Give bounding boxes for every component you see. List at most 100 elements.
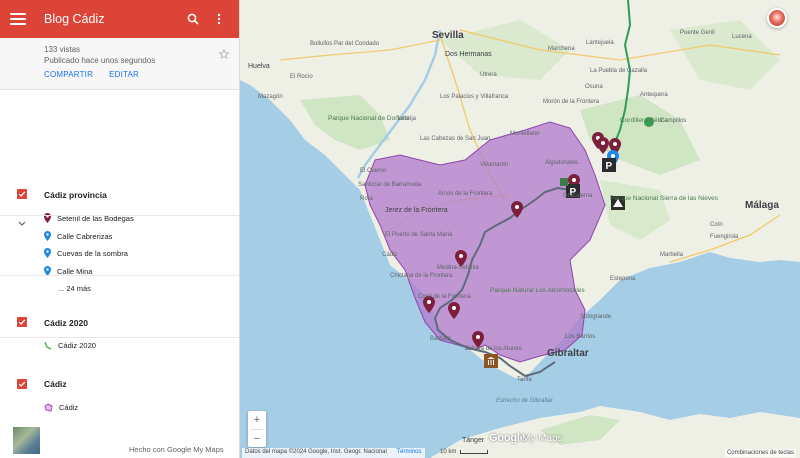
sidebar-panel: Blog Cádiz 133 vistas Publicado hace uno… xyxy=(0,0,240,458)
check-icon xyxy=(18,191,26,197)
map-label: Tánger xyxy=(462,437,485,444)
terms-link[interactable]: Términos xyxy=(397,449,422,455)
view-count: 133 vistas xyxy=(44,45,81,54)
zoom-control: + − xyxy=(248,411,266,447)
divider xyxy=(0,337,239,338)
map-label: Villamartín xyxy=(480,162,508,168)
map-label: Jerez de la Frontera xyxy=(385,207,448,214)
map-label: Sevilla xyxy=(432,30,464,41)
share-button[interactable]: COMPARTIR xyxy=(44,70,93,79)
map-label: La Puebla de Cazalla xyxy=(590,68,648,74)
list-item[interactable]: Cádiz 2020 xyxy=(44,339,96,351)
chevron-down-icon[interactable] xyxy=(18,214,26,232)
zoom-out-button[interactable]: − xyxy=(248,430,266,448)
show-more-link[interactable]: ... 24 más xyxy=(58,284,91,293)
map-label: Cordillera Bética xyxy=(620,117,668,124)
map-label: Bollullos Par del Condado xyxy=(310,41,380,47)
polygon-icon xyxy=(44,402,53,412)
hike-icon[interactable] xyxy=(560,178,568,186)
map-label: Medina-Sidonia xyxy=(437,265,479,271)
map-label: Morón de la Frontera xyxy=(543,99,600,105)
map-label: Huelva xyxy=(248,63,270,70)
map-label: El Rocío xyxy=(290,74,313,80)
more-options-icon[interactable] xyxy=(209,9,229,29)
made-with-link[interactable]: Hecho con Google My Maps xyxy=(129,445,224,454)
map-info-panel: 133 vistas Publicado hace unos segundos … xyxy=(0,38,239,90)
map-label: El Puerto de Santa María xyxy=(385,232,453,238)
map-label: Barbate xyxy=(430,336,452,342)
map-attribution: Datos del mapa ©2024 Google, Inst. Geogr… xyxy=(242,448,425,458)
map-label: Lantejuela xyxy=(586,40,614,46)
svg-text:P: P xyxy=(606,161,613,172)
layer-title: Cádiz 2020 xyxy=(44,318,88,328)
scale-line xyxy=(460,450,489,454)
item-label: Cádiz 2020 xyxy=(58,340,96,350)
map-label: Mazagón xyxy=(258,94,283,100)
map-label: Sanlúcar de Barrameda xyxy=(358,182,422,188)
map-label: Parque Natural Los Alcornocales xyxy=(490,287,585,294)
zoom-in-button[interactable]: + xyxy=(248,411,266,429)
layer-title: Cádiz provincia xyxy=(44,190,107,200)
route-line-icon xyxy=(44,341,52,350)
map-label: El Cuervo xyxy=(360,168,387,174)
scale-bar: 10 km xyxy=(440,449,489,455)
star-icon[interactable] xyxy=(218,46,230,64)
divider xyxy=(0,275,239,276)
layer-title: Cádiz xyxy=(44,379,67,389)
map-canvas[interactable]: P P Sevilla Dos Hermanas Málaga Gibralta… xyxy=(240,0,800,458)
map-label: Estrecho de Gibraltar xyxy=(496,398,554,404)
museum-icon[interactable] xyxy=(484,354,498,368)
item-label: Calle Cabrerizas xyxy=(57,231,113,241)
hamburger-menu-icon[interactable] xyxy=(10,11,26,27)
map-label: Los Barrios xyxy=(565,334,595,340)
map-label: Montellano xyxy=(510,131,540,137)
map-label: Lebrija xyxy=(398,116,417,122)
map-label: Algodonales xyxy=(545,160,578,166)
attribution-text: Datos del mapa ©2024 Google, Inst. Geogr… xyxy=(245,449,387,455)
map-label: Málaga xyxy=(745,200,779,211)
map-label: Los Palacios y Villafranca xyxy=(440,94,509,100)
list-item[interactable]: Setenil de las Bodegas xyxy=(44,212,134,224)
list-item[interactable]: Cádiz xyxy=(44,401,78,413)
map-label: Arcos de la Frontera xyxy=(438,191,493,197)
edit-button[interactable]: EDITAR xyxy=(109,70,139,79)
parking-icon[interactable]: P xyxy=(602,158,616,172)
map-label: Cádiz xyxy=(382,252,397,258)
keyboard-shortcuts-link[interactable]: Combinaciones de teclas xyxy=(724,449,796,457)
layer-checkbox[interactable] xyxy=(17,317,27,327)
search-icon[interactable] xyxy=(183,9,203,29)
map-label: Parque Nacional Sierra de las Nieves xyxy=(610,195,719,202)
published-status: Publicado hace unos segundos xyxy=(44,56,156,65)
map-thumbnail[interactable] xyxy=(13,427,40,454)
map-label: Tarifa xyxy=(517,377,532,383)
google-logo: Google xyxy=(489,432,526,444)
map-label: Grazalema xyxy=(563,193,593,199)
check-icon xyxy=(18,381,26,387)
map-label: Zahara de los Atunes xyxy=(465,346,522,352)
my-maps-logo: My Maps xyxy=(522,433,563,444)
list-item[interactable]: Cuevas de la sombra xyxy=(44,247,128,259)
item-label: Cádiz xyxy=(59,402,79,412)
layer-checkbox[interactable] xyxy=(17,379,27,389)
map-label: Coín xyxy=(710,222,723,228)
map-title: Blog Cádiz xyxy=(44,12,105,26)
map-label: Conil de la Frontera xyxy=(418,294,471,300)
map-label: Gibraltar xyxy=(547,348,589,359)
map-label: Marbella xyxy=(660,252,684,258)
item-label: Cuevas de la sombra xyxy=(57,248,128,258)
map-label: Sotogrande xyxy=(580,314,612,320)
list-item[interactable]: Calle Cabrerizas xyxy=(44,230,112,242)
map-label: Fuengirola xyxy=(710,234,739,240)
map-svg[interactable]: P P Sevilla Dos Hermanas Málaga Gibralta… xyxy=(240,0,800,458)
map-label: Dos Hermanas xyxy=(445,51,492,58)
map-label: Lucena xyxy=(732,34,752,40)
map-pin-icon xyxy=(44,231,51,241)
map-label: Puente Genil xyxy=(680,30,715,36)
map-label: Marchena xyxy=(548,46,575,52)
divider xyxy=(0,215,239,216)
layer-checkbox[interactable] xyxy=(17,189,27,199)
map-label: Osuna xyxy=(585,84,603,90)
map-pin-icon xyxy=(44,248,51,258)
map-avatar[interactable] xyxy=(767,8,787,28)
map-label: Utrera xyxy=(480,72,497,78)
